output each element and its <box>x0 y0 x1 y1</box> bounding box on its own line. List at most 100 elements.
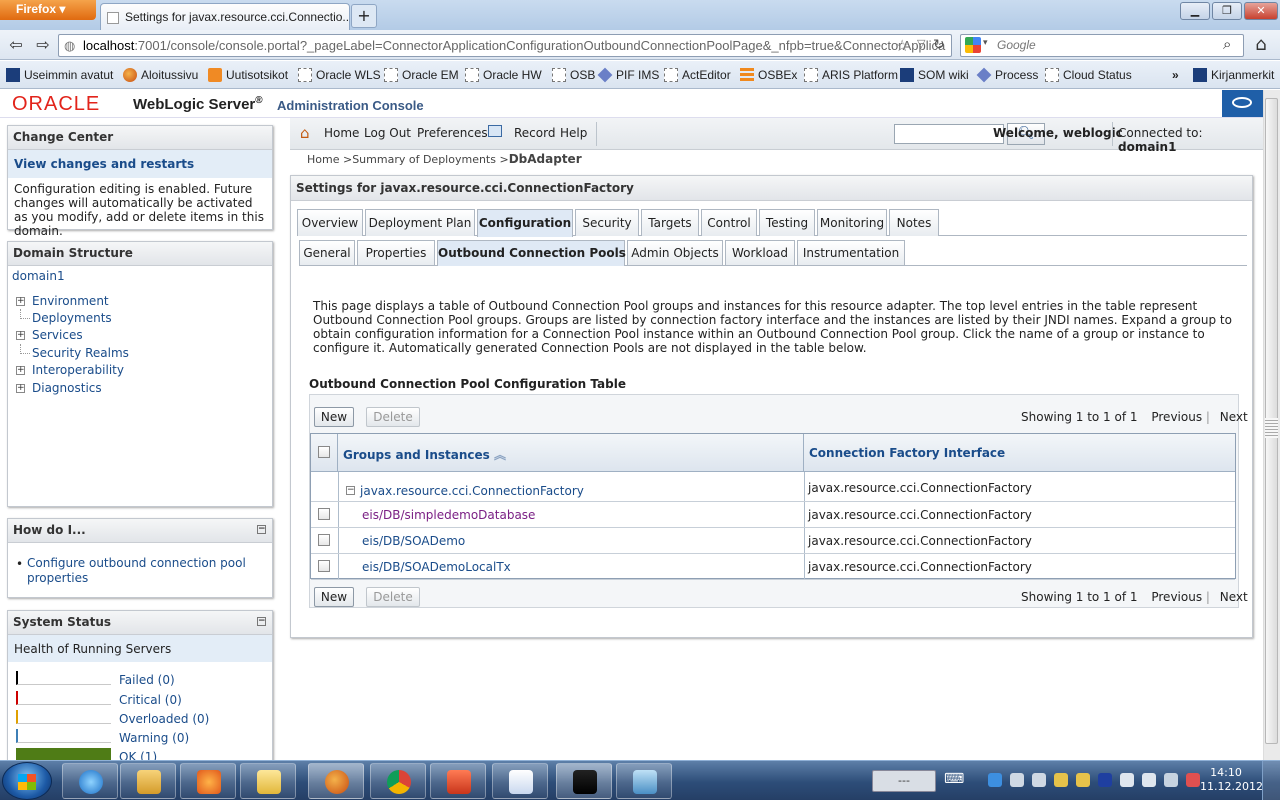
lock-icon[interactable] <box>1076 773 1090 787</box>
tree-item-environment[interactable]: Environment <box>32 294 109 308</box>
column-header-interface[interactable]: Connection Factory Interface <box>804 434 1235 472</box>
bookmark-oracle-hw[interactable]: Oracle HW <box>463 66 542 84</box>
expand-icon[interactable]: + <box>16 384 25 393</box>
keyboard-indicator[interactable]: --- <box>872 770 936 792</box>
preferences-link[interactable]: Preferences <box>417 126 488 140</box>
home-icon[interactable]: ⌂ <box>1250 34 1272 56</box>
health-link[interactable]: Failed (0) <box>119 673 175 687</box>
language-icon[interactable]: ⌨ <box>944 771 964 787</box>
url-bar[interactable]: ◍ localhost:7001/console/console.portal?… <box>58 34 952 57</box>
bookmark-osb[interactable]: OSB <box>550 66 595 84</box>
home-link[interactable]: Home <box>324 126 359 140</box>
subtab-outbound-connection-pools[interactable]: Outbound Connection Pools <box>437 240 626 266</box>
subtab-instrumentation[interactable]: Instrumentation <box>797 240 905 265</box>
image-viewer-taskbar-button[interactable] <box>616 763 672 799</box>
tree-item-security-realms[interactable]: Security Realms <box>32 346 129 360</box>
expand-icon[interactable]: + <box>16 366 25 375</box>
health-link[interactable]: Overloaded (0) <box>119 712 209 726</box>
new-button[interactable]: New <box>314 407 354 427</box>
maximize-window-button[interactable]: ❐ <box>1212 2 1242 20</box>
bookmark-process[interactable]: Process <box>975 66 1038 84</box>
bookmarks-menu-button[interactable]: Kirjanmerkit <box>1191 66 1274 84</box>
start-button[interactable] <box>2 762 52 800</box>
forward-arrow-icon[interactable]: ⇨ <box>32 34 54 56</box>
minimize-icon[interactable]: − <box>257 525 266 534</box>
security-icon[interactable] <box>1054 773 1068 787</box>
record-icon[interactable] <box>488 125 502 137</box>
minimize-icon[interactable]: − <box>257 617 266 626</box>
close-window-button[interactable]: ✕ <box>1244 2 1278 20</box>
group-name-link[interactable]: javax.resource.cci.ConnectionFactory <box>360 484 584 498</box>
bookmark-acteditor[interactable]: ActEditor <box>662 66 731 84</box>
bookmark-cloud-status[interactable]: Cloud Status <box>1043 66 1132 84</box>
tree-root-domain1[interactable]: domain1 <box>12 269 65 283</box>
tab-overview[interactable]: Overview <box>297 209 363 236</box>
search-engine-box[interactable]: ▾ Google ⌕ <box>960 34 1244 57</box>
subtab-properties[interactable]: Properties <box>357 240 435 265</box>
subtab-admin-objects[interactable]: Admin Objects <box>627 240 723 265</box>
subtab-workload[interactable]: Workload <box>725 240 795 265</box>
delete-button[interactable]: Delete <box>366 407 420 427</box>
file-explorer-taskbar-button[interactable] <box>120 763 176 799</box>
tab-testing[interactable]: Testing <box>759 209 815 236</box>
tab-control[interactable]: Control <box>701 209 757 236</box>
engine-dropdown-icon[interactable]: ▾ <box>983 37 988 48</box>
help-link[interactable]: Help <box>560 126 587 140</box>
tab-deployment-plan[interactable]: Deployment Plan <box>365 209 475 236</box>
breadcrumb-summary[interactable]: Summary of Deployments <box>352 153 496 166</box>
subtab-general[interactable]: General <box>299 240 355 265</box>
volume-icon[interactable] <box>1186 773 1200 787</box>
row-checkbox[interactable] <box>318 508 330 520</box>
bookmark-som-wiki[interactable]: SOM wiki <box>898 66 969 84</box>
tree-item-services[interactable]: Services <box>32 328 83 342</box>
bookmark-pif-ims[interactable]: PIF IMS <box>596 66 659 84</box>
bookmark-osbex[interactable]: OSBEx <box>738 66 797 84</box>
word-taskbar-button[interactable] <box>492 763 548 799</box>
bookmark-useimmin-avatut[interactable]: Useimmin avatut <box>4 66 113 84</box>
firefox-taskbar-button[interactable] <box>308 763 364 799</box>
expand-icon[interactable]: + <box>16 331 25 340</box>
tab-monitoring[interactable]: Monitoring <box>817 209 887 236</box>
pager-previous[interactable]: Previous <box>1151 410 1202 424</box>
configure-pool-link[interactable]: Configure outbound connection pool prope… <box>27 556 247 586</box>
select-all-checkbox[interactable] <box>318 446 330 458</box>
bookmarks-overflow-button[interactable]: » <box>1172 66 1179 84</box>
row-checkbox[interactable] <box>318 534 330 546</box>
dropdown-arrow-icon[interactable]: ▽ <box>917 37 925 50</box>
pager-next[interactable]: Next <box>1220 590 1248 604</box>
console-search-input[interactable] <box>894 124 1004 144</box>
instance-link[interactable]: eis/DB/SOADemo <box>362 534 465 548</box>
tab-notes[interactable]: Notes <box>889 209 939 236</box>
back-arrow-icon[interactable]: ⇦ <box>5 34 27 56</box>
flag-icon[interactable] <box>1164 773 1178 787</box>
delete-button-bottom[interactable]: Delete <box>366 587 420 607</box>
bookmark-aris-platform[interactable]: ARIS Platform <box>802 66 898 84</box>
show-desktop-button[interactable] <box>1262 761 1280 800</box>
presentation-taskbar-button[interactable] <box>430 763 486 799</box>
collapse-icon[interactable]: − <box>346 486 355 495</box>
tab-security[interactable]: Security <box>575 209 639 236</box>
pager-previous[interactable]: Previous <box>1151 590 1202 604</box>
tree-item-interoperability[interactable]: Interoperability <box>32 363 124 377</box>
vpn-icon[interactable] <box>1098 773 1112 787</box>
row-checkbox[interactable] <box>318 560 330 572</box>
dropbox-icon[interactable] <box>988 773 1002 787</box>
media-player-taskbar-button[interactable] <box>180 763 236 799</box>
health-link[interactable]: Critical (0) <box>119 693 182 707</box>
column-header-groups[interactable]: Groups and Instances ︽ <box>338 434 804 472</box>
bookmark-oracle-wls[interactable]: Oracle WLS <box>296 66 381 84</box>
internet-explorer-taskbar-button[interactable] <box>62 763 118 799</box>
view-changes-link[interactable]: View changes and restarts <box>8 150 272 178</box>
tree-item-diagnostics[interactable]: Diagnostics <box>32 381 102 395</box>
bookmark-aloitussivu[interactable]: Aloitussivu <box>121 66 198 84</box>
drive-icon[interactable] <box>1142 773 1156 787</box>
minimize-window-button[interactable]: ▁ <box>1180 2 1210 20</box>
bookmark-oracle-em[interactable]: Oracle EM <box>382 66 459 84</box>
firefox-menu-button[interactable]: Firefox ▾ <box>0 0 96 20</box>
expand-icon[interactable]: + <box>16 297 25 306</box>
network-icon[interactable] <box>1010 773 1024 787</box>
command-prompt-taskbar-button[interactable] <box>556 763 612 799</box>
tab-configuration[interactable]: Configuration <box>477 209 573 237</box>
health-link[interactable]: Warning (0) <box>119 731 189 745</box>
clock[interactable]: 14:10 11.12.2012 <box>1200 766 1263 794</box>
